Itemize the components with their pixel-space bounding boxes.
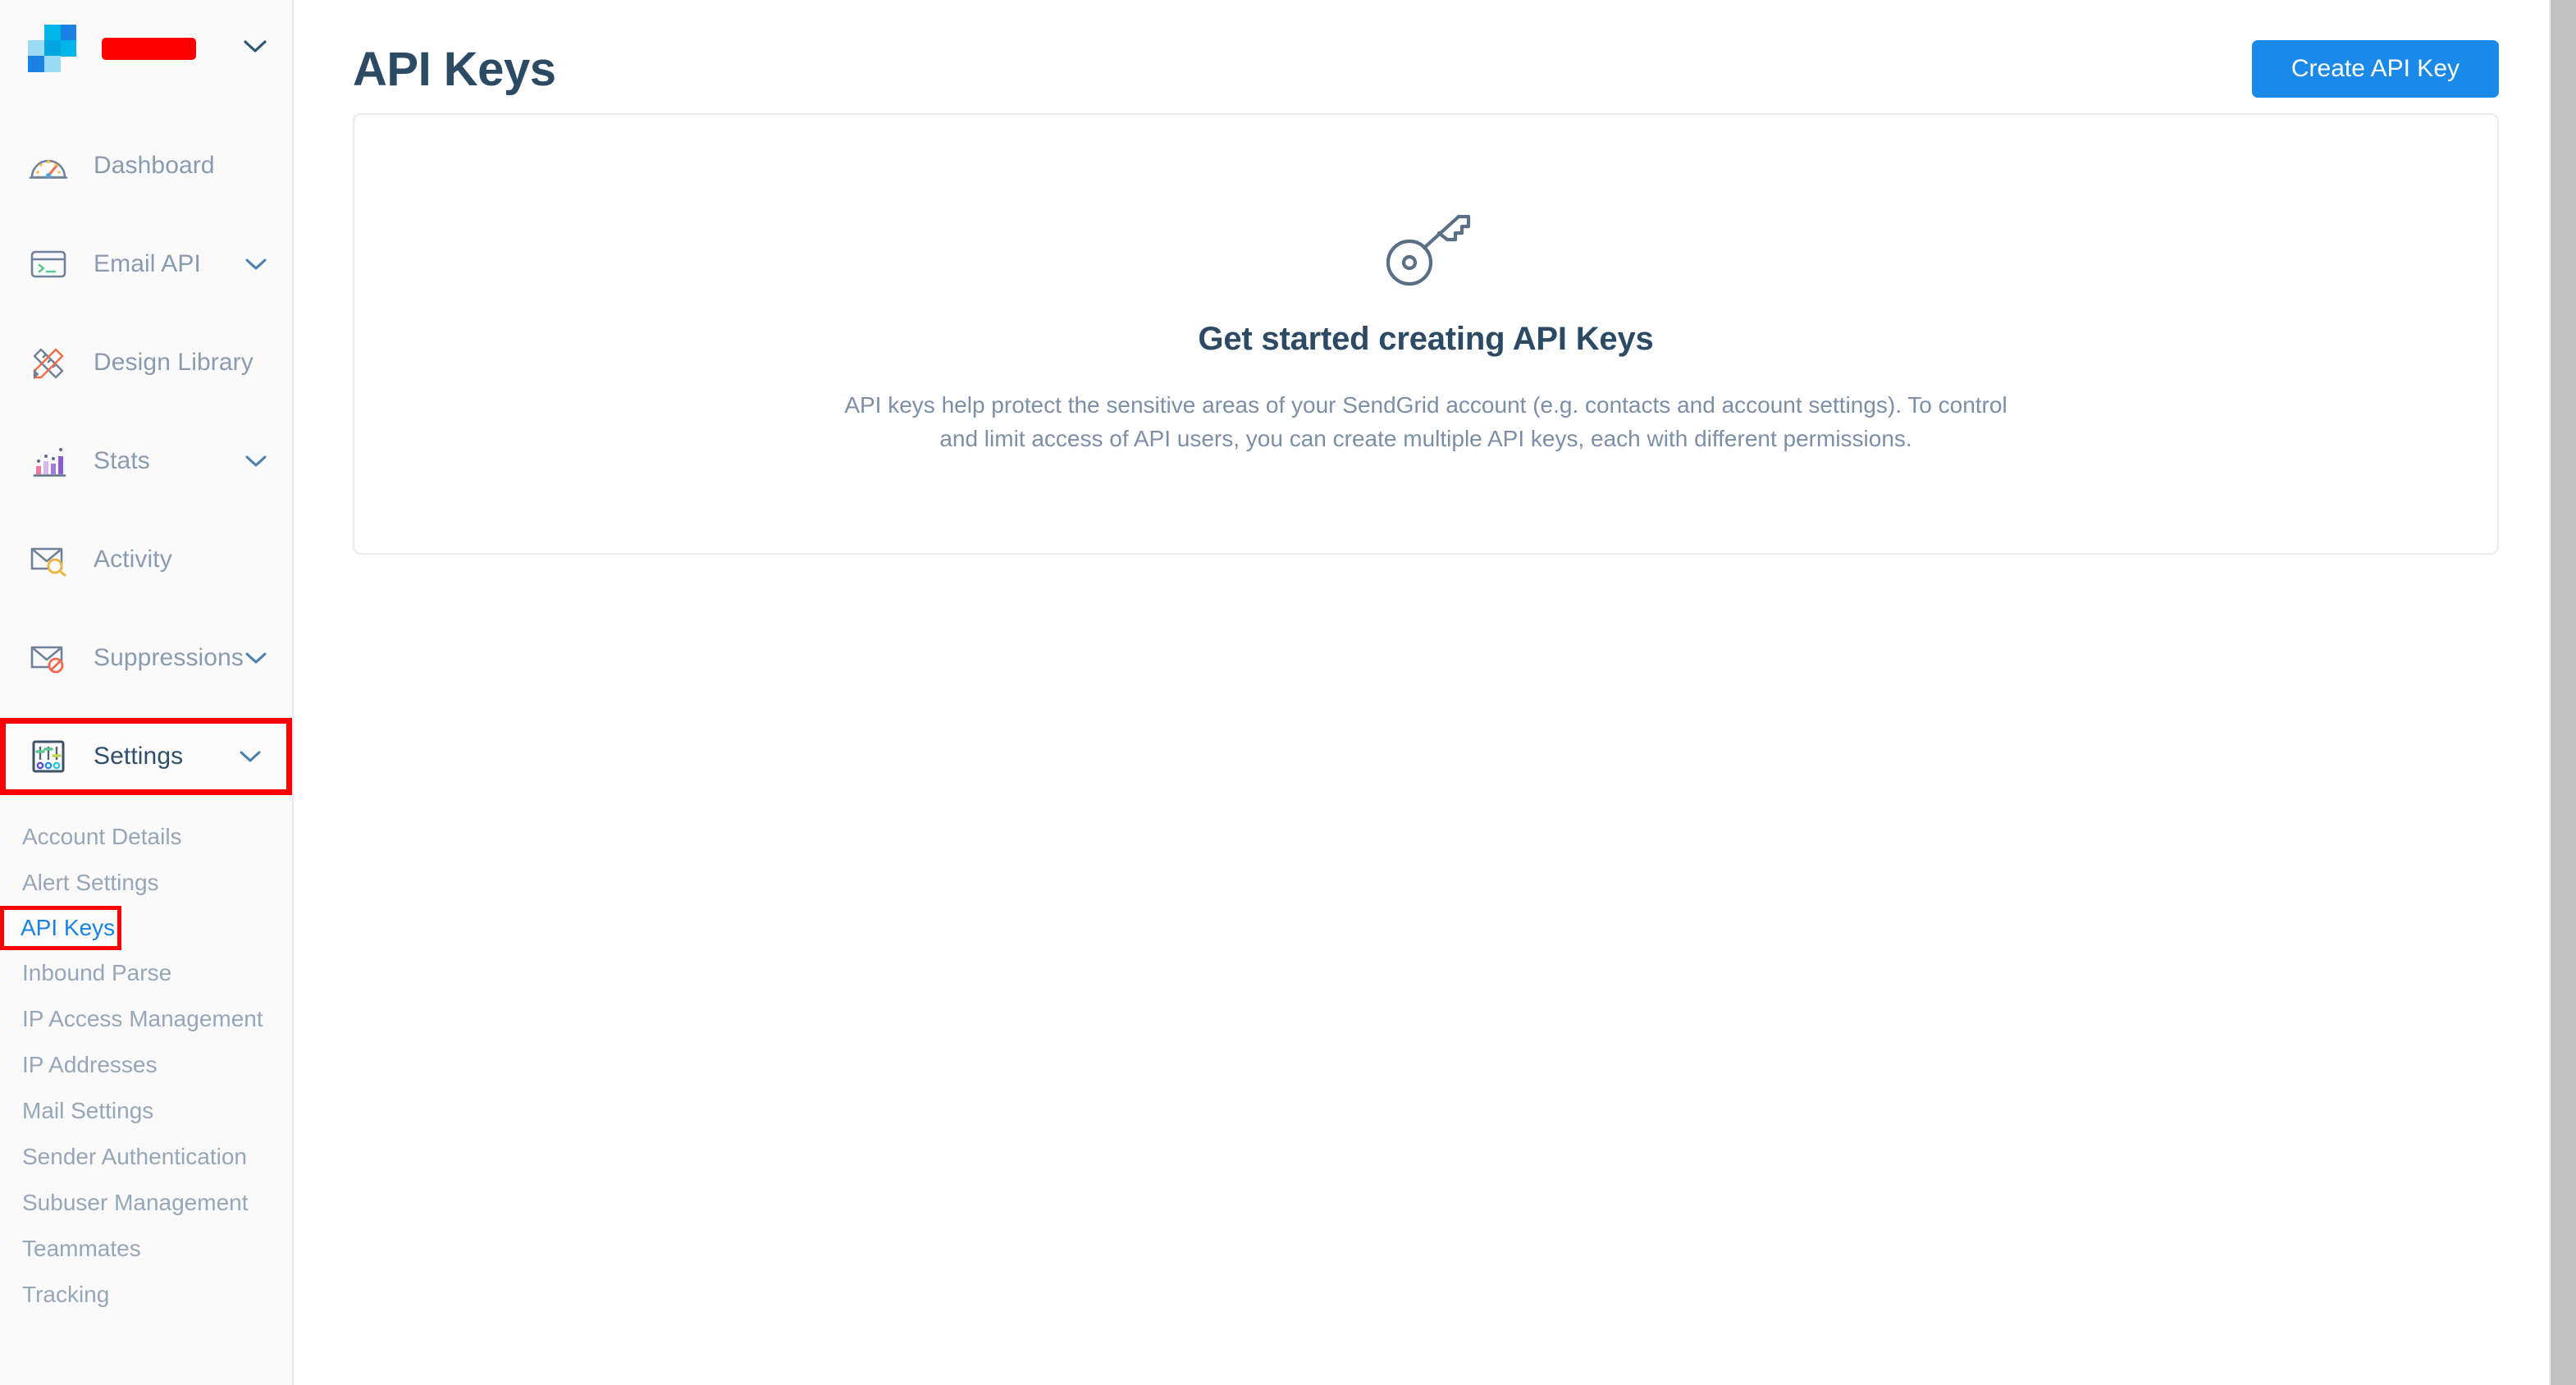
settings-submenu: Account Details Alert Settings API Keys … bbox=[0, 806, 292, 1318]
submenu-item-subuser-management[interactable]: Subuser Management bbox=[0, 1180, 292, 1226]
sidebar-item-settings[interactable]: Settings bbox=[0, 718, 292, 795]
page-title: API Keys bbox=[353, 42, 556, 96]
submenu-item-inbound-parse[interactable]: Inbound Parse bbox=[0, 950, 292, 996]
submenu-item-label: Tracking bbox=[22, 1282, 110, 1307]
submenu-item-mail-settings[interactable]: Mail Settings bbox=[0, 1088, 292, 1134]
chevron-down-icon[interactable] bbox=[239, 750, 262, 764]
ruler-pencil-icon bbox=[28, 342, 69, 383]
sidebar: Dashboard Email API Design Library Stats… bbox=[0, 0, 294, 1385]
page-header: API Keys Create API Key bbox=[353, 0, 2499, 108]
submenu-item-label: Mail Settings bbox=[22, 1098, 154, 1123]
submenu-item-teammates[interactable]: Teammates bbox=[0, 1226, 292, 1272]
terminal-icon bbox=[28, 244, 69, 285]
sidebar-item-label: Stats bbox=[94, 447, 150, 474]
sidebar-item-label: Email API bbox=[94, 250, 201, 277]
empty-state-description: API keys help protect the sensitive area… bbox=[844, 392, 2007, 451]
submenu-item-label: API Keys bbox=[21, 915, 116, 940]
sidebar-item-email-api[interactable]: Email API bbox=[0, 215, 292, 313]
chevron-down-icon[interactable] bbox=[243, 39, 267, 58]
empty-state-heading: Get started creating API Keys bbox=[1198, 321, 1654, 358]
submenu-item-label: Inbound Parse bbox=[22, 960, 172, 985]
main-content: API Keys Create API Key Get started crea… bbox=[294, 0, 2576, 1385]
submenu-item-label: Subuser Management bbox=[22, 1190, 249, 1215]
sidebar-item-label: Dashboard bbox=[94, 152, 215, 179]
brand-header[interactable] bbox=[0, 0, 292, 97]
sidebar-item-label: Activity bbox=[94, 546, 172, 573]
submenu-item-ip-access-management[interactable]: IP Access Management bbox=[0, 996, 292, 1042]
account-name-redaction bbox=[102, 37, 196, 60]
key-icon bbox=[1377, 212, 1475, 295]
submenu-item-account-details[interactable]: Account Details bbox=[0, 814, 292, 860]
envelope-search-icon bbox=[28, 539, 69, 580]
bar-chart-icon bbox=[28, 441, 69, 482]
submenu-item-tracking[interactable]: Tracking bbox=[0, 1272, 292, 1318]
submenu-item-sender-authentication[interactable]: Sender Authentication bbox=[0, 1134, 292, 1180]
submenu-item-ip-addresses[interactable]: IP Addresses bbox=[0, 1042, 292, 1088]
submenu-item-label: IP Addresses bbox=[22, 1052, 158, 1077]
sendgrid-logo bbox=[28, 25, 76, 72]
create-api-key-button[interactable]: Create API Key bbox=[2251, 40, 2499, 98]
sidebar-nav: Dashboard Email API Design Library Stats… bbox=[0, 97, 292, 1318]
sidebar-item-design-library[interactable]: Design Library bbox=[0, 313, 292, 412]
gauge-icon bbox=[28, 145, 69, 186]
submenu-item-api-keys[interactable]: API Keys bbox=[0, 906, 121, 950]
sliders-icon bbox=[28, 736, 69, 777]
submenu-item-label: Teammates bbox=[22, 1236, 141, 1261]
page-scrollbar-track[interactable] bbox=[2549, 0, 2576, 1385]
app-root: Dashboard Email API Design Library Stats… bbox=[0, 0, 2576, 1385]
chevron-down-icon[interactable] bbox=[244, 651, 267, 665]
submenu-item-label: Account Details bbox=[22, 824, 182, 849]
api-keys-empty-state-card: Get started creating API Keys API keys h… bbox=[353, 113, 2499, 555]
submenu-item-alert-settings[interactable]: Alert Settings bbox=[0, 860, 292, 906]
sidebar-item-label: Settings bbox=[94, 743, 184, 770]
envelope-blocked-icon bbox=[28, 638, 69, 679]
sidebar-item-suppressions[interactable]: Suppressions bbox=[0, 609, 292, 707]
sidebar-item-dashboard[interactable]: Dashboard bbox=[0, 117, 292, 215]
chevron-down-icon[interactable] bbox=[244, 455, 267, 469]
sidebar-item-label: Suppressions bbox=[94, 644, 244, 671]
submenu-item-label: Alert Settings bbox=[22, 870, 159, 895]
submenu-item-label: Sender Authentication bbox=[22, 1144, 247, 1169]
sidebar-item-stats[interactable]: Stats bbox=[0, 412, 292, 510]
sidebar-item-label: Design Library bbox=[94, 349, 253, 376]
submenu-item-label: IP Access Management bbox=[22, 1006, 263, 1031]
page-scrollbar-thumb[interactable] bbox=[2551, 0, 2576, 1385]
sidebar-item-activity[interactable]: Activity bbox=[0, 510, 292, 609]
chevron-down-icon[interactable] bbox=[244, 258, 267, 272]
